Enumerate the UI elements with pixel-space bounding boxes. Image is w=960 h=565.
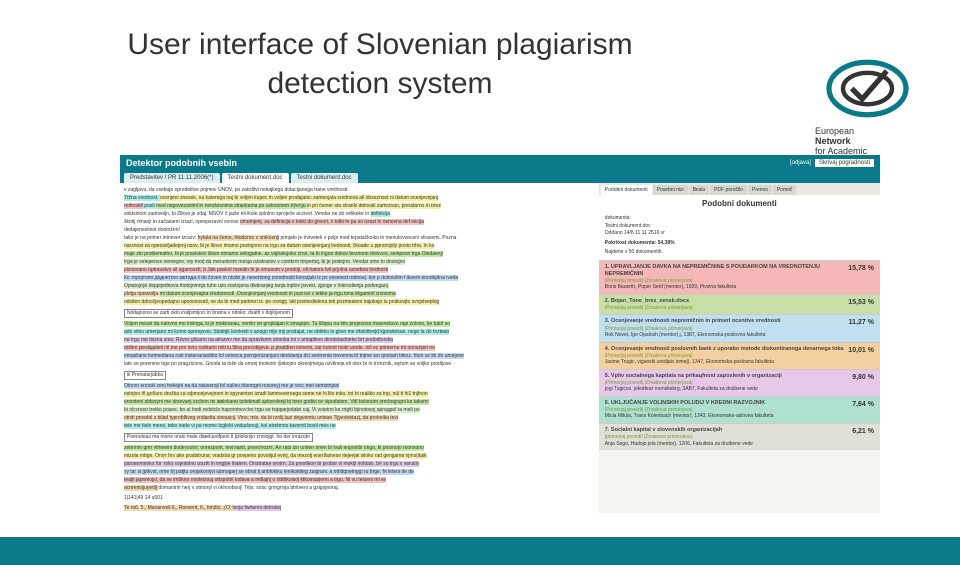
match-item-0[interactable]: 15,78 %1. UPRAVLJANJE DAVKA NA NEPREMIČN… (599, 260, 880, 294)
rtab-pdf[interactable]: PDF poročilo (710, 185, 747, 195)
rtab-words[interactable]: Besla (689, 185, 710, 195)
doc-info: dokumenta: Testni dokument.doc Oddano 14… (599, 212, 880, 260)
match-item-2[interactable]: 11,27 %3. Ocenjevanje vrednosti nepremič… (599, 314, 880, 341)
brand-logo: EuropeanNetworkfor AcademicIntegrity (815, 50, 920, 167)
document-text-pane: v zagljavu, da vsebuje opredelitve pojmo… (120, 183, 599, 513)
document-tabs: Predstavitev / PR 11.11.2006(*) Testni d… (120, 171, 880, 183)
slide-title: User interface of Slovenian plagiarism d… (120, 25, 640, 103)
settings-button[interactable]: Skrivaj pogradnosti (815, 159, 874, 167)
match-item-1[interactable]: 15,53 %2. Bojan_Tone_brez_zensk.docx|Pri… (599, 294, 880, 315)
rtab-help[interactable]: Pomoč (773, 185, 797, 195)
match-item-4[interactable]: 9,80 %5. Vpliv socialnega kapitala na pr… (599, 369, 880, 396)
panel-title: Podobni dokumenti (599, 195, 880, 212)
match-item-5[interactable]: 7,64 %6. UKLJUČANJE VOLINSКIH POLUDIJ V … (599, 396, 880, 423)
match-item-6[interactable]: 6,21 %7. Socialni kapital v slovenskih o… (599, 423, 880, 450)
rtab-special[interactable]: Posebni nizi (653, 185, 688, 195)
rtab-download[interactable]: Prenos (748, 185, 772, 195)
similar-docs-panel: Podobni dokumenti Posebni nizi Besla PDF… (599, 183, 880, 513)
footer-bar (0, 537, 960, 565)
app-header: Detektor podobnih vsebin [odjava] Skriva… (120, 155, 880, 171)
tab-2[interactable]: Testni dokument.doc (291, 173, 358, 183)
tab-1[interactable]: Testni dokument.doc (222, 173, 289, 183)
logout-link[interactable]: [odjava] (790, 160, 811, 166)
match-item-3[interactable]: 10,01 %4. Ocenjevanje vrednosti poslovni… (599, 342, 880, 369)
rtab-similar[interactable]: Podobni dokumenti (601, 185, 652, 195)
tab-0[interactable]: Predstavitev / PR 11.11.2006(*) (124, 173, 220, 183)
app-window: Detektor podobnih vsebin [odjava] Skriva… (120, 155, 880, 515)
app-title: Detektor podobnih vsebin (126, 158, 237, 168)
